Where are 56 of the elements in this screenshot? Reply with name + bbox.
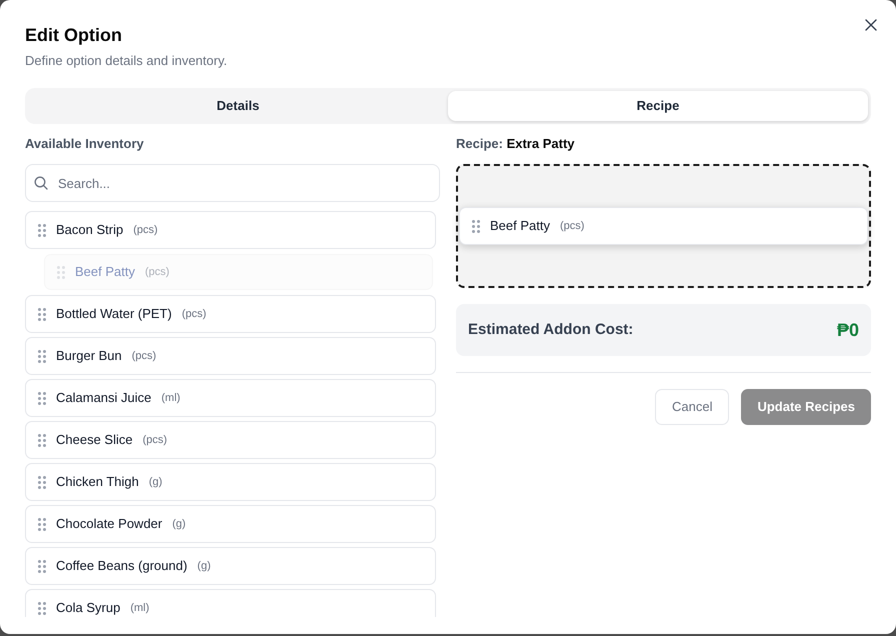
item-name: Calamansi Juice	[56, 389, 152, 408]
item-unit: (pcs)	[144, 264, 170, 280]
recipe-heading: Recipe: Extra Patty	[456, 135, 576, 153]
recipe-item[interactable]: Beef Patty (pcs)	[459, 207, 868, 245]
item-unit: (g)	[172, 516, 186, 532]
item-unit: (pcs)	[142, 432, 168, 448]
drag-handle-icon	[38, 518, 46, 530]
drag-handle-icon	[38, 308, 46, 320]
cost-label: Estimated Addon Cost:	[468, 320, 634, 340]
item-name: Cheese Slice	[56, 431, 133, 450]
item-unit: (g)	[148, 474, 162, 490]
dialog-title: Edit Option	[25, 24, 123, 46]
inventory-item[interactable]: Cheese Slice (pcs)	[25, 421, 436, 459]
tab[interactable]: Details	[28, 91, 448, 121]
cancel-button[interactable]: Cancel	[654, 389, 730, 425]
tab[interactable]: Recipe	[448, 91, 868, 121]
inventory-item[interactable]: Calamansi Juice (ml)	[25, 379, 436, 417]
item-name: Chocolate Powder	[56, 515, 162, 534]
item-unit: (pcs)	[132, 348, 156, 364]
inventory-item[interactable]: Chicken Thigh (g)	[25, 463, 436, 501]
drag-handle-icon	[38, 392, 46, 404]
search-icon	[34, 176, 48, 190]
item-unit: (ml)	[130, 600, 150, 616]
item-name: Bottled Water (PET)	[56, 305, 172, 324]
item-name: Chicken Thigh	[56, 473, 139, 492]
item-name: Coffee Beans (ground)	[56, 557, 188, 576]
inventory-item[interactable]: Bottled Water (PET) (pcs)	[25, 295, 436, 333]
drag-handle-icon	[38, 560, 46, 572]
drag-handle-icon	[38, 434, 46, 446]
drag-handle-icon	[472, 220, 480, 232]
section-heading: Available Inventory	[25, 135, 145, 153]
dialog-subtitle: Define option details and inventory.	[25, 52, 228, 70]
drag-handle-icon	[57, 266, 65, 278]
drag-handle-icon	[38, 476, 46, 488]
drag-handle-icon	[38, 350, 46, 362]
close-button[interactable]	[863, 17, 879, 33]
drag-handle-icon	[38, 224, 46, 236]
item-unit: (g)	[197, 558, 211, 574]
inventory-item[interactable]: Cola Syrup (ml)	[25, 589, 436, 617]
search-field[interactable]: Search...	[25, 164, 440, 202]
item-unit: (pcs)	[182, 306, 206, 322]
inventory-item[interactable]: Coffee Beans (ground) (g)	[25, 547, 436, 585]
item-unit: (pcs)	[133, 222, 158, 238]
item-name: Bacon Strip	[56, 221, 124, 240]
inventory-item[interactable]: Bacon Strip (pcs)	[25, 211, 436, 249]
item-name: Beef Patty	[75, 263, 135, 282]
item-name: Cola Syrup	[56, 599, 120, 617]
inventory-item[interactable]: Chocolate Powder (g)	[25, 505, 436, 543]
item-name: Beef Patty	[490, 217, 550, 236]
close-icon	[865, 19, 877, 31]
item-unit: (pcs)	[560, 218, 584, 234]
item-name: Burger Bun	[56, 347, 122, 366]
cost-value: ₱0	[836, 318, 859, 342]
drag-handle-icon	[38, 602, 46, 614]
item-unit: (ml)	[161, 390, 180, 406]
inventory-item[interactable]: Burger Bun (pcs)	[25, 337, 436, 375]
